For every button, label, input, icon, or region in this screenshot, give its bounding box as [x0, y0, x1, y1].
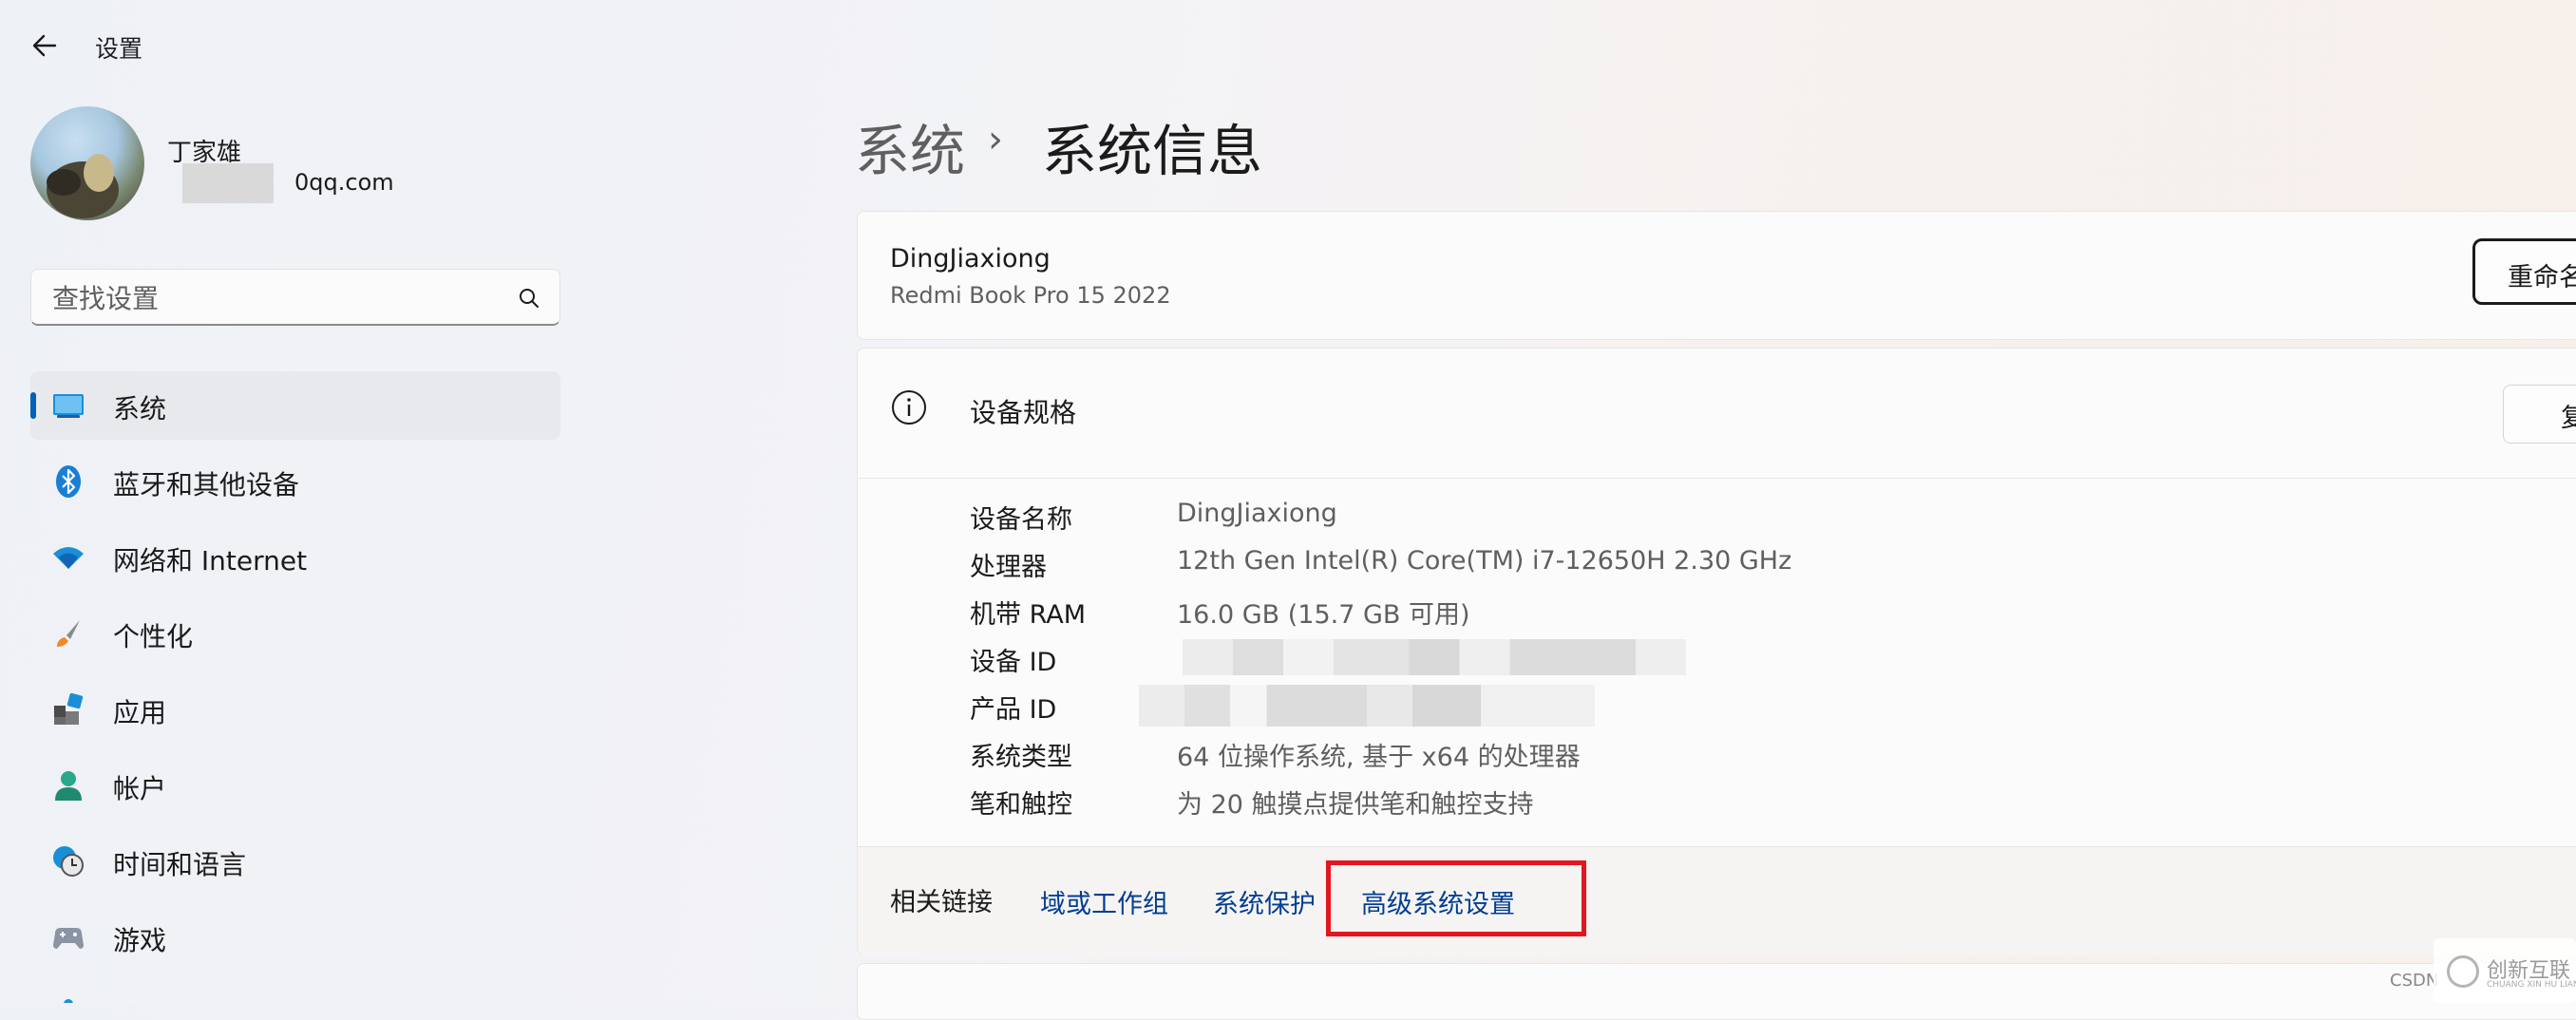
spec-label-ram: 机带 RAM [970, 600, 1087, 630]
spec-value-processor: 12th Gen Intel(R) Core(TM) i7-12650H 2.3… [1177, 546, 1792, 576]
redacted-email-block [182, 163, 274, 203]
redacted-product-id [1139, 685, 1595, 727]
highlight-box [1326, 860, 1586, 936]
copy-button[interactable]: 复制 [2503, 385, 2576, 444]
sidebar-item-label: 系统 [113, 393, 167, 425]
spec-value-pen-touch: 为 20 触摸点提供笔和触控支持 [1177, 790, 1534, 820]
spec-value-ram: 16.0 GB (15.7 GB 可用) [1177, 600, 1470, 630]
active-indicator [30, 392, 36, 419]
sidebar-item-system[interactable]: 系统 [30, 371, 560, 440]
divider [858, 478, 2576, 479]
brush-icon [51, 616, 85, 651]
search-icon[interactable] [518, 287, 540, 310]
bluetooth-icon [51, 464, 85, 499]
sidebar-item-partial[interactable] [30, 979, 560, 1003]
spec-label-device-name: 设备名称 [970, 505, 1072, 535]
specs-title: 设备规格 [970, 397, 1077, 428]
rename-button[interactable]: 重命名 [2472, 238, 2576, 305]
avatar[interactable] [30, 106, 144, 220]
sidebar-item-network[interactable]: 网络和 Internet [30, 523, 560, 592]
search-box[interactable] [30, 269, 560, 326]
spec-label-product-id: 产品 ID [970, 695, 1057, 725]
brand-watermark: 创新互联 CHUANG XIN HU LIAN [2434, 938, 2576, 1003]
sidebar-item-label: 蓝牙和其他设备 [113, 469, 300, 501]
device-model: Redmi Book Pro 15 2022 [890, 282, 1171, 309]
sidebar-item-accounts[interactable]: 帐户 [30, 751, 560, 820]
sidebar-item-bluetooth[interactable]: 蓝牙和其他设备 [30, 447, 560, 516]
app-title: 设置 [95, 35, 143, 63]
clock-globe-icon [51, 844, 85, 878]
device-card: DingJiaxiong Redmi Book Pro 15 2022 重命名 [857, 211, 2576, 340]
spec-label-pen-touch: 笔和触控 [970, 790, 1072, 820]
sidebar-item-label: 帐户 [113, 773, 167, 804]
wifi-icon [51, 540, 85, 575]
watermark-logo-icon [2447, 955, 2479, 988]
sidebar-item-personalization[interactable]: 个性化 [30, 599, 560, 668]
redacted-device-id [1183, 639, 1686, 675]
breadcrumb-parent[interactable]: 系统 [855, 106, 965, 186]
sidebar-item-label: 网络和 Internet [113, 545, 308, 576]
back-arrow-icon[interactable] [27, 28, 65, 63]
breadcrumb-separator: › [988, 118, 1003, 161]
apps-icon [51, 692, 85, 727]
device-specs-card: 设备规格 复制 设备名称 DingJiaxiong 处理器 12th Gen I… [857, 348, 2576, 955]
spec-label-system-type: 系统类型 [970, 743, 1072, 772]
sidebar-item-gaming[interactable]: 游戏 [30, 903, 560, 972]
info-icon [890, 388, 928, 426]
sidebar-item-time-language[interactable]: 时间和语言 [30, 827, 560, 896]
device-name: DingJiaxiong [890, 244, 1051, 274]
related-links-label: 相关链接 [890, 888, 993, 917]
sidebar-item-label: 应用 [113, 697, 167, 728]
search-input[interactable] [50, 279, 510, 317]
sidebar-item-label: 时间和语言 [113, 849, 247, 880]
sidebar-item-label: 游戏 [113, 925, 167, 956]
link-system-protection[interactable]: 系统保护 [1213, 883, 1316, 920]
account-icon [51, 768, 85, 803]
csdn-watermark: CSDN [2390, 971, 2439, 991]
sidebar-item-label: 个性化 [113, 621, 194, 652]
spec-value-system-type: 64 位操作系统, 基于 x64 的处理器 [1177, 743, 1581, 772]
page-title: 系统信息 [1042, 119, 1263, 183]
sidebar-item-apps[interactable]: 应用 [30, 675, 560, 744]
system-monitor-icon [51, 388, 85, 423]
spec-value-device-name: DingJiaxiong [1177, 499, 1337, 528]
spec-label-processor: 处理器 [970, 553, 1047, 582]
accessibility-icon [51, 996, 85, 1003]
watermark-subtext: CHUANG XIN HU LIAN [2487, 980, 2576, 990]
spec-label-device-id: 设备 ID [970, 648, 1057, 677]
user-email: 0qq.com [294, 169, 394, 196]
next-card [857, 963, 2576, 1020]
gamepad-icon [51, 920, 85, 954]
related-links-row: 相关链接 域或工作组 系统保护 高级系统设置 [858, 847, 2576, 955]
link-domain-workgroup[interactable]: 域或工作组 [1040, 883, 1168, 920]
